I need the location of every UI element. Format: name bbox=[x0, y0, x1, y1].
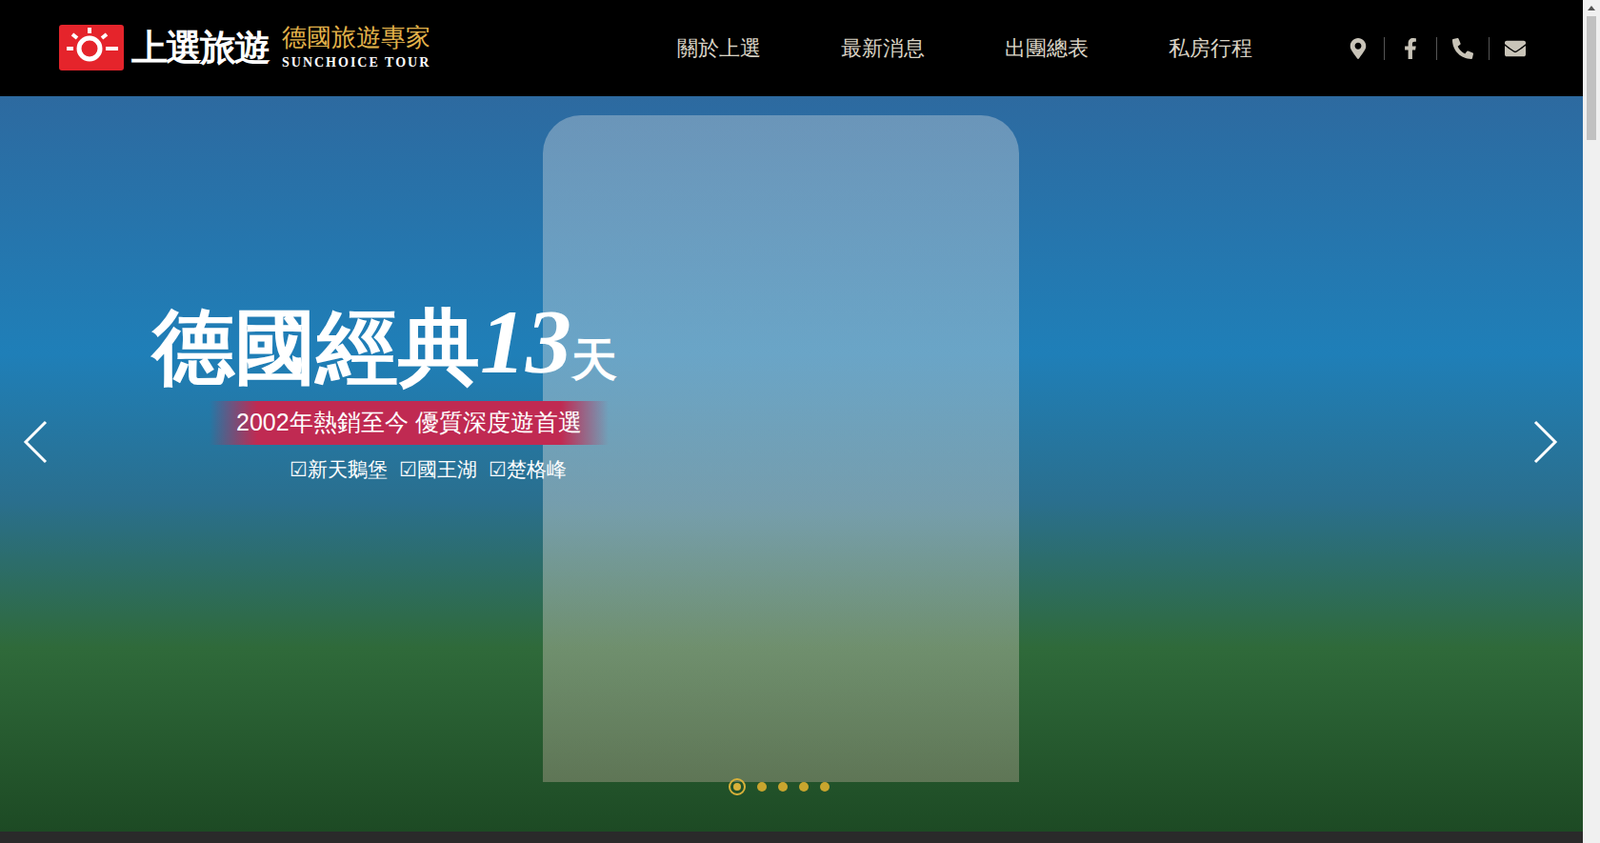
tagline: 德國旅遊專家 bbox=[281, 23, 431, 53]
castle-block bbox=[542, 115, 1020, 782]
brand-name: 上選旅遊 bbox=[131, 29, 269, 66]
location-icon[interactable] bbox=[1347, 38, 1369, 60]
scroll-thumb[interactable] bbox=[1586, 16, 1597, 140]
scrollbar[interactable] bbox=[1582, 0, 1600, 843]
slider-dot[interactable] bbox=[799, 781, 809, 792]
slider-dot[interactable] bbox=[757, 781, 767, 792]
scroll-up-icon[interactable] bbox=[1587, 5, 1596, 11]
separator bbox=[1488, 37, 1490, 60]
slider-dot[interactable] bbox=[728, 778, 746, 796]
subtitle: 2002年熱銷至今 優質深度遊首選 bbox=[236, 408, 582, 436]
slider-dots bbox=[728, 778, 830, 796]
nav-item[interactable]: 關於上選 bbox=[677, 32, 761, 64]
phone-icon[interactable] bbox=[1452, 38, 1474, 60]
nav-item[interactable]: 出團總表 bbox=[1004, 32, 1089, 64]
mail-icon[interactable] bbox=[1504, 38, 1526, 60]
page-below bbox=[0, 831, 1583, 843]
slider-dot[interactable] bbox=[778, 781, 788, 792]
next-arrow-icon[interactable] bbox=[1533, 420, 1559, 464]
tag: ☑新天鵝堡 bbox=[289, 454, 388, 485]
icon-wrap bbox=[1420, 37, 1474, 60]
title-unit: 天 bbox=[571, 336, 618, 382]
header: 上選旅遊德國旅遊專家SUNCHOICE TOUR 關於上選 最新消息 出團總表 私房行程 bbox=[0, 0, 1583, 97]
hero-slider: 德國經典13天 2002年熱銷至今 優質深度遊首選 ☑新天鵝堡 ☑國王湖 ☑楚格峰 bbox=[0, 96, 1583, 832]
title-days: 13 bbox=[480, 296, 572, 388]
slider-dot[interactable] bbox=[820, 781, 830, 792]
dot-fill bbox=[733, 782, 741, 791]
hero-title: 德國經典13天 bbox=[152, 296, 1583, 388]
icon-wrap bbox=[1473, 37, 1526, 60]
sun-logo-icon bbox=[59, 24, 124, 71]
separator bbox=[1383, 37, 1385, 60]
prev-arrow-icon[interactable] bbox=[22, 420, 48, 464]
logo[interactable]: 上選旅遊德國旅遊專家SUNCHOICE TOUR bbox=[59, 23, 431, 73]
main: 上選旅遊德國旅遊專家SUNCHOICE TOUR 關於上選 最新消息 出團總表 私房行程… bbox=[0, 0, 1583, 843]
nav-item[interactable]: 私房行程 bbox=[1168, 32, 1253, 64]
main-nav: 關於上選 最新消息 出團總表 私房行程 bbox=[677, 32, 1253, 64]
facebook-icon[interactable] bbox=[1400, 38, 1421, 60]
tag: ☑國王湖 bbox=[399, 454, 478, 485]
icon-wrap bbox=[1347, 38, 1369, 60]
contact-icons bbox=[1347, 37, 1526, 60]
english-name: SUNCHOICE TOUR bbox=[281, 52, 431, 73]
tag-list: ☑新天鵝堡 ☑國王湖 ☑楚格峰 bbox=[289, 454, 1583, 485]
icon-wrap bbox=[1368, 37, 1421, 60]
subtitle-bar: 2002年熱銷至今 優質深度遊首選 bbox=[209, 400, 609, 445]
title-text: 德國經典 bbox=[152, 305, 480, 388]
tag: ☑楚格峰 bbox=[488, 454, 567, 485]
nav-item[interactable]: 最新消息 bbox=[840, 32, 925, 64]
page: 上選旅遊德國旅遊專家SUNCHOICE TOUR 關於上選 最新消息 出團總表 私房行程… bbox=[0, 0, 1600, 843]
separator bbox=[1436, 37, 1438, 60]
brand-sub: 德國旅遊專家SUNCHOICE TOUR bbox=[281, 23, 431, 73]
